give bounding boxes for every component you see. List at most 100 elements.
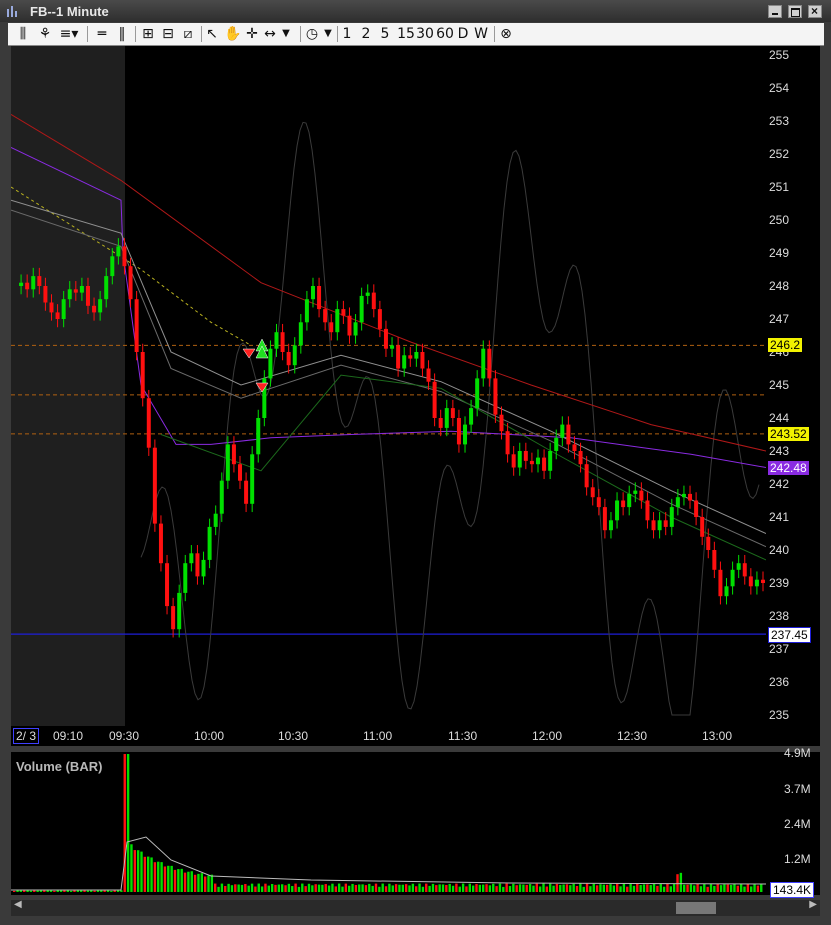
volume-bar <box>552 885 555 892</box>
volume-tick: 2.4M <box>784 817 811 831</box>
grid-icon[interactable]: ⊞ <box>140 25 156 43</box>
link-icon[interactable]: ⧄ <box>180 25 196 43</box>
volume-bar <box>599 884 602 892</box>
candle-body <box>152 447 157 524</box>
layout-horizontal-icon[interactable]: ═ <box>94 25 110 43</box>
volume-bar <box>210 874 214 892</box>
close-button[interactable]: × <box>808 4 822 18</box>
scroll-right-icon[interactable]: ▶ <box>809 899 817 910</box>
volume-bar <box>130 844 133 892</box>
volume-bar <box>100 890 103 892</box>
candle-body <box>681 493 686 498</box>
pan-hand-icon[interactable]: ✋ <box>224 25 241 43</box>
candle-body <box>529 460 534 465</box>
candle-body <box>158 523 163 564</box>
interval-dropdown-icon[interactable]: ▼ <box>322 25 334 43</box>
scrollbar-thumb[interactable] <box>676 902 716 914</box>
volume-bar <box>495 886 498 892</box>
time-tick: 09:30 <box>109 729 140 743</box>
cancel-icon[interactable]: ⊗ <box>498 25 514 43</box>
volume-bar <box>666 883 669 892</box>
candle-body <box>688 493 693 501</box>
chart-style-icon[interactable]: ⫼ <box>14 25 32 43</box>
volume-bar <box>36 890 39 892</box>
volume-bar <box>116 890 120 892</box>
horizontal-scrollbar[interactable]: ◀ ▶ <box>11 899 820 916</box>
candle-body <box>712 550 717 570</box>
volume-bar <box>237 884 240 892</box>
candle-body <box>675 497 680 508</box>
maximize-button[interactable] <box>788 5 802 18</box>
volume-bar <box>743 886 746 892</box>
candle-body <box>85 286 90 306</box>
volume-bar <box>317 884 321 892</box>
volume-bar <box>760 884 763 892</box>
settings-menu-icon[interactable]: ≡▾ <box>58 25 80 43</box>
time-tick: 10:30 <box>278 729 309 743</box>
title-bar[interactable]: FB--1 Minute × <box>0 0 831 22</box>
interval-15[interactable]: 15 <box>397 25 415 43</box>
interval-60[interactable]: 60 <box>436 25 454 43</box>
candle-body <box>748 576 753 587</box>
volume-bar <box>746 883 750 892</box>
studies-icon[interactable]: ⚘ <box>36 25 54 43</box>
volume-bar <box>686 884 689 892</box>
minimize-button[interactable] <box>768 5 782 18</box>
volume-bar <box>646 884 649 892</box>
volume-bar <box>381 883 384 892</box>
candle-body <box>450 408 455 418</box>
candle-body <box>469 408 474 425</box>
volume-chart-area[interactable] <box>11 752 766 895</box>
volume-bar <box>391 885 394 892</box>
candle-body <box>201 559 206 577</box>
volume-bar <box>341 886 344 892</box>
interval-daily[interactable]: D <box>456 25 470 43</box>
volume-bar <box>86 890 90 892</box>
crosshair-icon[interactable]: ✛ <box>244 25 260 43</box>
candle-body <box>323 309 328 323</box>
chart-app-icon <box>7 6 17 17</box>
time-axis[interactable]: 2/ 3 09:10 09:30 10:00 10:30 11:00 11:30… <box>11 726 820 746</box>
clock-icon[interactable]: ◷ <box>304 25 320 43</box>
volume-bar <box>642 884 646 892</box>
volume-bar <box>656 885 659 892</box>
candle-body <box>67 289 72 300</box>
volume-bar <box>703 883 706 892</box>
candle-body <box>250 454 255 504</box>
volume-axis[interactable]: 4.9M 3.7M 2.4M 1.2M 143.4K <box>766 746 820 898</box>
volume-bar <box>428 885 431 892</box>
volume-bar <box>726 884 729 892</box>
interval-2[interactable]: 2 <box>360 25 372 43</box>
volume-bar <box>605 884 609 892</box>
candle-body <box>37 276 42 286</box>
moving-average-tag: 242.48 <box>768 461 809 476</box>
measure-icon[interactable]: ↔ <box>262 25 278 43</box>
candle-body <box>438 418 443 428</box>
price-chart-area[interactable] <box>11 46 766 726</box>
interval-weekly[interactable]: W <box>473 25 489 43</box>
interval-1[interactable]: 1 <box>341 25 353 43</box>
candle-body <box>310 286 315 300</box>
cursor-arrow-icon[interactable]: ↖ <box>204 25 220 43</box>
interval-5[interactable]: 5 <box>379 25 391 43</box>
volume-bar <box>291 886 294 892</box>
volume-bar <box>344 883 348 892</box>
scroll-left-icon[interactable]: ◀ <box>14 899 22 910</box>
candle-body <box>566 424 571 445</box>
candle-body <box>493 378 498 415</box>
price-axis[interactable]: 2552542532522512502492482472462452442432… <box>766 46 820 726</box>
candle-body <box>621 500 626 508</box>
price-tick: 241 <box>769 510 790 524</box>
interval-30[interactable]: 30 <box>416 25 434 43</box>
time-tick: 11:30 <box>448 729 478 743</box>
chevron-down-icon[interactable]: ▼ <box>280 25 292 43</box>
volume-bar <box>170 865 173 892</box>
volume-bar <box>133 850 136 892</box>
candle-body <box>390 345 395 349</box>
volume-bar <box>719 885 723 892</box>
split-icon[interactable]: ⊟ <box>160 25 176 43</box>
layout-vertical-icon[interactable]: ‖ <box>114 25 130 43</box>
volume-bar <box>733 883 736 892</box>
volume-bar <box>418 883 421 892</box>
volume-bar <box>207 875 210 892</box>
